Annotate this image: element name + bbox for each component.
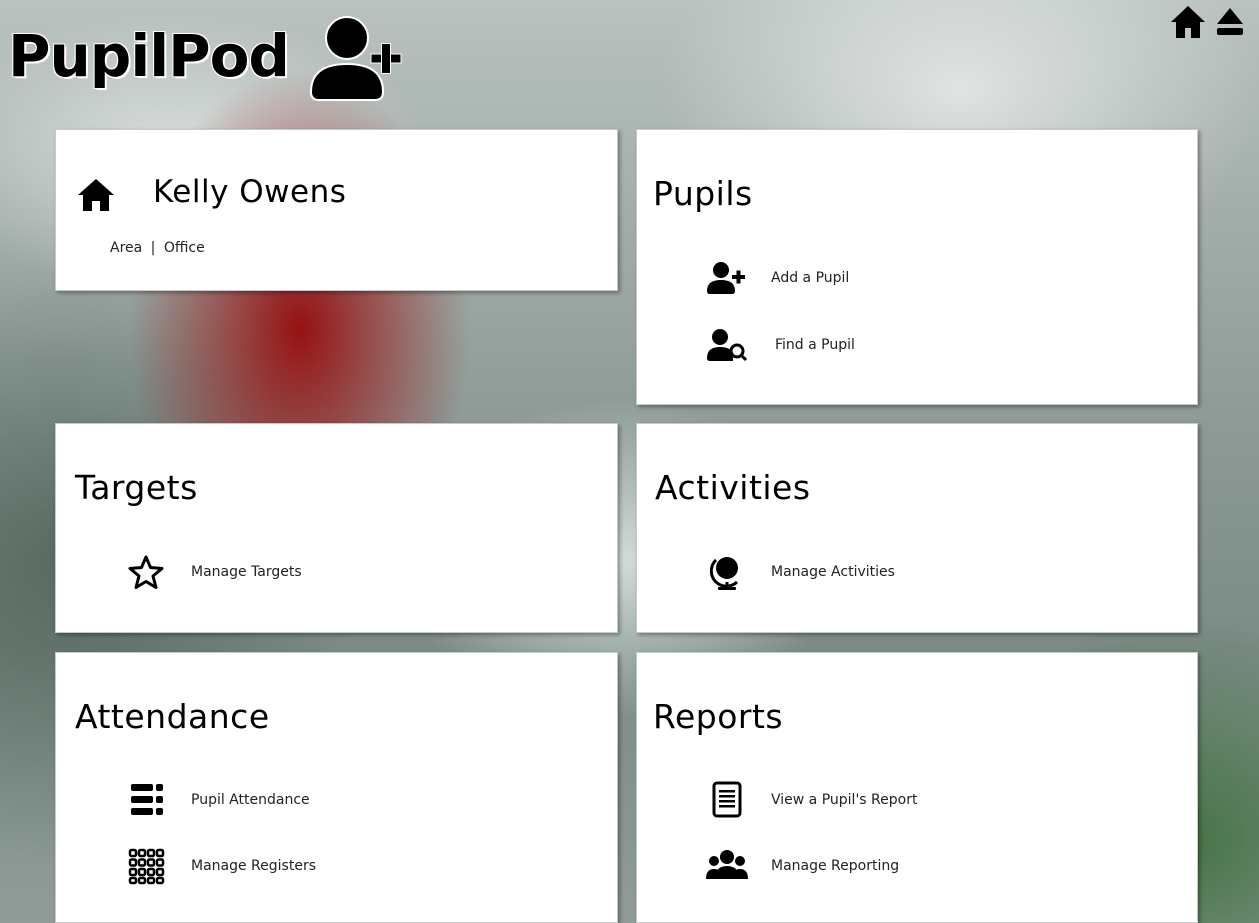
user-name: Kelly Owens <box>153 174 347 210</box>
targets-card: Targets Manage Targets <box>55 423 618 633</box>
pupil-attendance-label: Pupil Attendance <box>191 792 310 808</box>
grid-icon <box>124 844 168 888</box>
add-user-icon <box>307 14 407 108</box>
reports-title: Reports <box>653 697 784 736</box>
star-icon <box>124 550 168 594</box>
reports-card: Reports View a Pupil's Report Manage Rep… <box>636 652 1198 923</box>
manage-activities-link[interactable]: Manage Activities <box>705 550 895 594</box>
globe-icon <box>705 550 749 594</box>
view-pupil-report-link[interactable]: View a Pupil's Report <box>705 778 917 822</box>
activities-title: Activities <box>655 468 811 507</box>
attendance-title: Attendance <box>75 697 270 736</box>
find-pupil-link[interactable]: Find a Pupil <box>705 323 855 367</box>
manage-targets-label: Manage Targets <box>191 564 302 580</box>
activities-card: Activities Manage Activities <box>636 423 1198 633</box>
area-label: Area <box>110 240 143 256</box>
pupils-card: Pupils Add a Pupil Find a Pupil <box>636 129 1198 405</box>
top-nav <box>1169 4 1253 40</box>
view-pupil-report-label: View a Pupil's Report <box>771 792 918 808</box>
add-user-icon <box>705 256 749 300</box>
find-pupil-label: Find a Pupil <box>775 337 855 353</box>
manage-reporting-link[interactable]: Manage Reporting <box>705 844 899 888</box>
pupils-title: Pupils <box>653 174 753 213</box>
area-value: Office <box>163 240 205 256</box>
manage-activities-label: Manage Activities <box>771 564 895 580</box>
manage-targets-link[interactable]: Manage Targets <box>124 550 302 594</box>
add-pupil-label: Add a Pupil <box>771 270 850 286</box>
home-icon[interactable] <box>76 177 116 217</box>
manage-registers-link[interactable]: Manage Registers <box>124 844 316 888</box>
profile-card: Kelly Owens Area | Office <box>55 129 618 291</box>
area-separator: | <box>150 240 156 256</box>
logo-text: PupilPod <box>8 22 290 90</box>
find-user-icon <box>705 323 749 367</box>
app-logo[interactable]: PupilPod <box>8 14 407 110</box>
list-icon <box>124 778 168 822</box>
targets-title: Targets <box>75 468 198 507</box>
home-icon[interactable] <box>1169 4 1207 40</box>
manage-reporting-label: Manage Reporting <box>771 858 900 874</box>
eject-logout-icon[interactable] <box>1215 4 1253 40</box>
users-group-icon <box>705 844 749 888</box>
pupil-attendance-link[interactable]: Pupil Attendance <box>124 778 310 822</box>
attendance-card: Attendance Pupil Attendance Manage Regis… <box>55 652 618 923</box>
manage-registers-label: Manage Registers <box>191 858 316 874</box>
document-icon <box>705 778 749 822</box>
add-pupil-link[interactable]: Add a Pupil <box>705 256 849 300</box>
area-info: Area | Office <box>110 240 205 256</box>
